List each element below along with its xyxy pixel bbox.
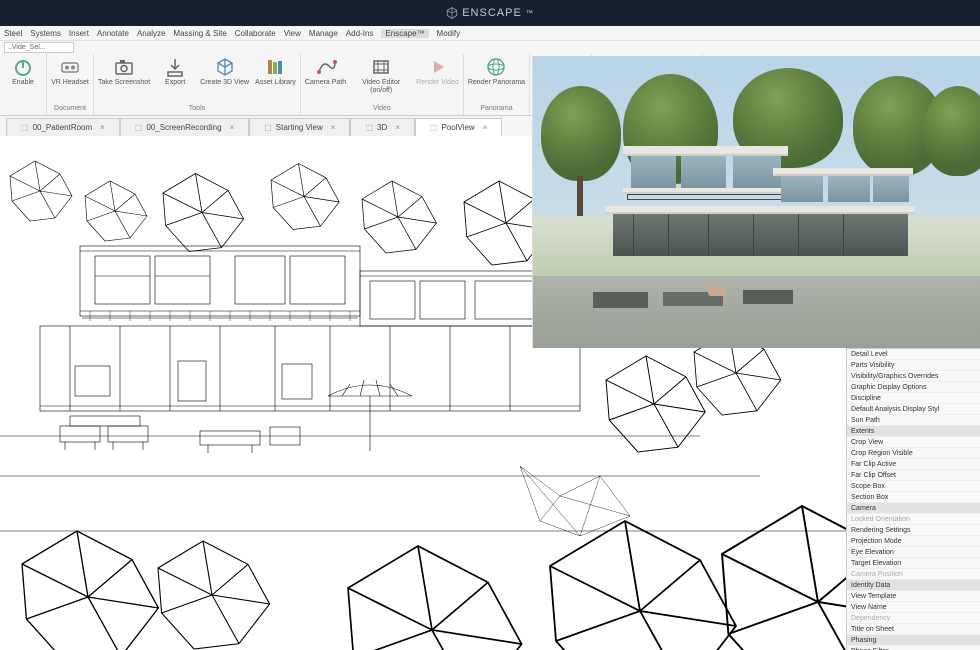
prop-row[interactable]: Far Clip Active — [847, 459, 980, 470]
prop-row[interactable]: Target Elevation — [847, 558, 980, 569]
asset-library-button[interactable]: Asset Library — [255, 56, 296, 87]
close-tab-icon[interactable]: × — [395, 123, 400, 132]
sphere-icon — [485, 56, 507, 78]
menu-analyze[interactable]: Analyze — [137, 29, 165, 38]
menu-steel[interactable]: Steel — [4, 29, 22, 38]
enable-button[interactable]: Enable — [4, 56, 42, 87]
workspace: Detail LevelParts VisibilityVisibility/G… — [0, 136, 980, 650]
create-3d-view-button[interactable]: Create 3D View — [200, 56, 249, 87]
camera-path-button[interactable]: Camera Path — [305, 56, 346, 87]
prop-row[interactable]: Sun Path — [847, 415, 980, 426]
type-selector[interactable]: ..Vide_Sel... — [4, 42, 74, 53]
film-icon — [370, 56, 392, 78]
export-icon — [164, 56, 186, 78]
render-patio — [533, 276, 980, 348]
brand-text: ENSCAPE — [462, 7, 522, 19]
render-person — [708, 286, 726, 296]
video-editor-button[interactable]: Video Editor (on/off) — [352, 56, 410, 94]
vr-headset-button[interactable]: VR Headset — [51, 56, 89, 87]
prop-row[interactable]: Title on Sheet — [847, 624, 980, 635]
view-tab-00patientroom[interactable]: ⬚00_PatientRoom× — [6, 118, 120, 136]
brand: ENSCAPE™ — [446, 7, 534, 19]
properties-panel: Detail LevelParts VisibilityVisibility/G… — [846, 348, 980, 650]
menu-modify[interactable]: Modify — [437, 29, 461, 38]
prop-row[interactable]: Parts Visibility — [847, 360, 980, 371]
prop-row[interactable]: Rendering Settings — [847, 525, 980, 536]
menu-collaborate[interactable]: Collaborate — [235, 29, 276, 38]
take-screenshot-button[interactable]: Take Screenshot — [98, 56, 150, 87]
prop-row[interactable]: Projection Mode — [847, 536, 980, 547]
prop-header-phasing[interactable]: Phasing — [847, 635, 980, 646]
prop-row[interactable]: Visibility/Graphics Overrides — [847, 371, 980, 382]
prop-row[interactable]: View Name — [847, 602, 980, 613]
prop-header-camera[interactable]: Camera — [847, 503, 980, 514]
render-tree — [923, 86, 980, 176]
export-button[interactable]: Export — [156, 56, 194, 87]
menu-bar: Steel Systems Insert Annotate Analyze Massing… — [0, 26, 980, 40]
title-bar: ENSCAPE™ — [0, 0, 980, 26]
vr-icon — [59, 56, 81, 78]
menu-systems[interactable]: Systems — [30, 29, 61, 38]
prop-row[interactable]: Discipline — [847, 393, 980, 404]
prop-row[interactable]: Camera Position — [847, 569, 980, 580]
view-tab-3d[interactable]: ⬚3D× — [350, 118, 414, 136]
render-viewport[interactable] — [532, 56, 980, 348]
camera-icon — [113, 56, 135, 78]
menu-massingsite[interactable]: Massing & Site — [173, 29, 226, 38]
prop-row[interactable]: Graphic Display Options — [847, 382, 980, 393]
menu-addins[interactable]: Add-Ins — [346, 29, 374, 38]
render-trunk — [577, 176, 583, 216]
prop-row[interactable]: Phase Filter — [847, 646, 980, 650]
close-tab-icon[interactable]: × — [483, 123, 488, 132]
prop-row[interactable]: Crop View — [847, 437, 980, 448]
library-icon — [264, 56, 286, 78]
prop-header-identitydata[interactable]: Identity Data — [847, 580, 980, 591]
prop-row[interactable]: Dependency — [847, 613, 980, 624]
prop-row[interactable]: Eye Elevation — [847, 547, 980, 558]
render-panorama-button[interactable]: Render Panorama — [468, 56, 525, 87]
view-tab-poolview[interactable]: ⬚PoolView× — [415, 118, 502, 136]
menu-insert[interactable]: Insert — [69, 29, 89, 38]
render-sofa — [743, 290, 793, 304]
render-video-button: Render Video — [416, 56, 459, 87]
prop-row[interactable]: View Template — [847, 591, 980, 602]
render-house — [623, 146, 913, 276]
path-icon — [315, 56, 337, 78]
prop-row[interactable]: Default Analysis Display Styl — [847, 404, 980, 415]
render-tree — [541, 86, 621, 181]
prop-row[interactable]: Far Clip Offset — [847, 470, 980, 481]
close-tab-icon[interactable]: × — [331, 123, 336, 132]
close-tab-icon[interactable]: × — [100, 123, 105, 132]
close-tab-icon[interactable]: × — [230, 123, 235, 132]
view-tab-startingview[interactable]: ⬚Starting View× — [249, 118, 350, 136]
cube-icon — [214, 56, 236, 78]
power-icon — [12, 56, 34, 78]
menu-enscape[interactable]: Enscape™ — [381, 29, 428, 38]
menu-view[interactable]: View — [284, 29, 301, 38]
selector-row: ..Vide_Sel... — [0, 40, 980, 54]
render-icon — [427, 56, 449, 78]
prop-row[interactable]: Scope Box — [847, 481, 980, 492]
prop-header-extents[interactable]: Extents — [847, 426, 980, 437]
enscape-logo-icon — [446, 7, 458, 19]
menu-annotate[interactable]: Annotate — [97, 29, 129, 38]
prop-row[interactable]: Section Box — [847, 492, 980, 503]
prop-row[interactable]: Crop Region Visible — [847, 448, 980, 459]
prop-row[interactable]: Locked Orientation — [847, 514, 980, 525]
prop-row[interactable]: Detail Level — [847, 349, 980, 360]
menu-manage[interactable]: Manage — [309, 29, 338, 38]
render-sofa — [593, 292, 648, 308]
view-tab-00screenrecording[interactable]: ⬚00_ScreenRecording× — [120, 118, 249, 136]
